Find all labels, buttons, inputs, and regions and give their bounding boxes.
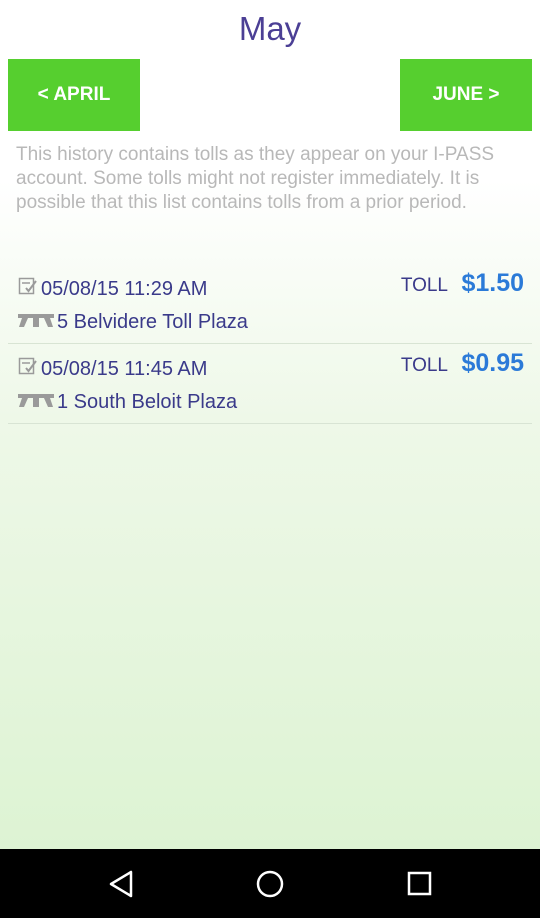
toll-gate-icon [18, 391, 54, 414]
toll-plaza-group: 5 Belvidere Toll Plaza [18, 311, 248, 334]
home-icon[interactable] [255, 869, 285, 904]
back-icon[interactable] [107, 869, 135, 904]
calendar-check-icon [18, 277, 38, 301]
toll-plaza-group: 1 South Beloit Plaza [18, 391, 237, 414]
page-title: May [238, 10, 302, 47]
next-month-button[interactable]: JUNE > [400, 59, 532, 131]
toll-type-label: TOLL [400, 275, 448, 296]
recents-icon[interactable] [406, 869, 434, 904]
toll-plaza-name: 5 Belvidere Toll Plaza [57, 311, 248, 333]
prev-month-button[interactable]: < APRIL [8, 59, 140, 131]
toll-datetime: 05/08/15 11:29 AM [41, 277, 208, 300]
toll-row[interactable]: 05/08/15 11:45 AM 1 South Beloit Plaza T… [8, 343, 532, 424]
toll-datetime: 05/08/15 11:45 AM [41, 357, 208, 380]
toll-date-group: 05/08/15 11:45 AM [18, 357, 207, 381]
toll-amount: $1.50 [461, 269, 524, 297]
history-notice: This history contains tolls as they appe… [16, 144, 495, 213]
toll-type-label: TOLL [400, 355, 448, 376]
toll-gate-icon [18, 311, 54, 334]
toll-plaza-name: 1 South Beloit Plaza [57, 391, 238, 413]
toll-amount: $0.95 [461, 349, 524, 377]
toll-row[interactable]: 05/08/15 11:29 AM 5 Belvidere Toll Plaza… [8, 263, 532, 344]
toll-date-group: 05/08/15 11:29 AM [18, 277, 207, 301]
calendar-check-icon [18, 357, 38, 381]
system-nav-bar [0, 849, 540, 918]
